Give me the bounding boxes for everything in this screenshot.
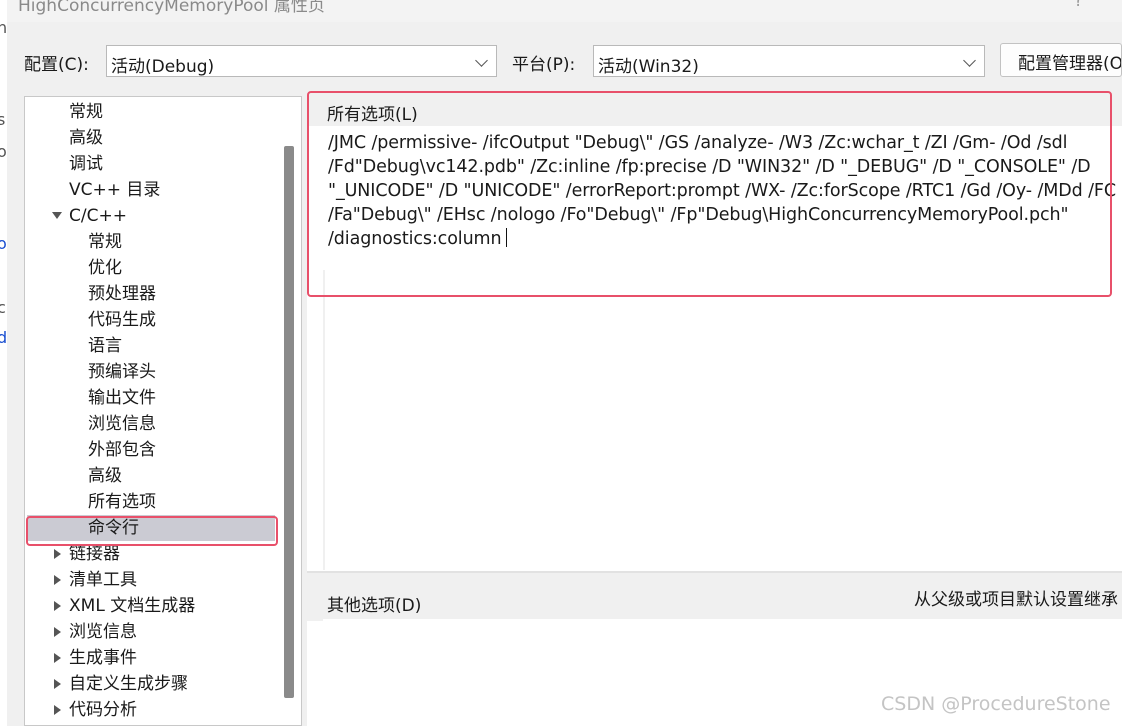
other-options-header: 其他选项(D) 从父级或项目默认设置继承	[307, 571, 1122, 621]
platform-label: 平台(P):	[512, 55, 576, 75]
edge-char: o	[0, 234, 7, 253]
tree-item[interactable]: 所有选项	[25, 489, 283, 515]
tree-item-label: 调试	[69, 154, 103, 174]
tree-item[interactable]: 预处理器	[25, 281, 283, 307]
tree-item-label: 自定义生成步骤	[69, 674, 188, 694]
tree-item[interactable]: XML 文档生成器	[25, 593, 283, 619]
platform-dropdown-value: 活动(Win32)	[598, 57, 699, 77]
watermark: CSDN @ProcedureStone	[881, 693, 1111, 715]
tree-item[interactable]: 调试	[25, 151, 283, 177]
tree-item-label: XML 文档生成器	[69, 596, 196, 616]
tree-item[interactable]: 优化	[25, 255, 283, 281]
expand-arrow-icon[interactable]	[54, 601, 61, 611]
expand-arrow-icon[interactable]	[54, 627, 61, 637]
tree-item[interactable]: 清单工具	[25, 567, 283, 593]
tree-item-label: 代码分析	[69, 700, 137, 720]
tree-item-label: 预编译头	[88, 362, 156, 382]
tree-item[interactable]: VC++ 目录	[25, 177, 283, 203]
collapse-arrow-icon[interactable]	[52, 212, 62, 219]
tree-item[interactable]: 常规	[25, 229, 283, 255]
edge-char: o	[0, 142, 7, 161]
tree-item[interactable]: 预编译头	[25, 359, 283, 385]
config-manager-label: 配置管理器(O)...	[1018, 54, 1122, 74]
tree-item[interactable]: 常规	[25, 99, 283, 125]
tree-item-label: C/C++	[69, 206, 127, 226]
config-dropdown[interactable]: 活动(Debug)	[106, 45, 497, 77]
config-dropdown-value: 活动(Debug)	[111, 57, 215, 77]
window-title: HighConcurrencyMemoryPool 属性页	[18, 0, 325, 16]
tree-item-label: 输出文件	[88, 388, 156, 408]
help-button[interactable]: ?	[1074, 0, 1083, 11]
expand-arrow-icon[interactable]	[54, 705, 61, 715]
tree-item[interactable]: 输出文件	[25, 385, 283, 411]
tree-item[interactable]: C/C++	[25, 203, 283, 229]
property-tree: 常规 高级 调试 VC++ 目录 C/C++ 常规 优化 预处理器 代码生成 语言 预编译头 输出文件…	[24, 96, 302, 726]
tree-item-label: 浏览信息	[88, 414, 156, 434]
tree-item[interactable]: 浏览信息	[25, 411, 283, 437]
config-label: 配置(C):	[24, 55, 89, 75]
chevron-down-icon	[963, 54, 976, 67]
tree-item[interactable]: 浏览信息	[25, 619, 283, 645]
tree-item-label: 常规	[88, 232, 122, 252]
tree-item-label: VC++ 目录	[69, 180, 161, 200]
tree-item[interactable]: 高级	[25, 463, 283, 489]
tree-item-label: 高级	[69, 128, 103, 148]
expand-arrow-icon[interactable]	[54, 575, 61, 585]
edge-char: c	[0, 298, 6, 317]
background-window-edge: n s o o c d	[0, 0, 7, 726]
command-highlight-box	[307, 91, 1112, 297]
tree-item[interactable]: 外部包含	[25, 437, 283, 463]
tree-item[interactable]: 生成事件	[25, 645, 283, 671]
edge-char: n	[0, 18, 8, 37]
tree-item-label: 生成事件	[69, 648, 137, 668]
expand-arrow-icon[interactable]	[54, 679, 61, 689]
tree-item-label: 语言	[88, 336, 122, 356]
tree-item[interactable]: 代码分析	[25, 697, 283, 723]
tree-item[interactable]: 语言	[25, 333, 283, 359]
textbox-left-border	[323, 270, 325, 570]
title-bar: HighConcurrencyMemoryPool 属性页 ?	[0, 0, 1122, 22]
config-manager-button[interactable]: 配置管理器(O)...	[1000, 43, 1122, 77]
tree-item-label: 所有选项	[88, 492, 156, 512]
tree-item-label: 预处理器	[88, 284, 156, 304]
chevron-down-icon	[475, 54, 488, 67]
tree-item-label: 代码生成	[88, 310, 156, 330]
tree-item[interactable]: 自定义生成步骤	[25, 671, 283, 697]
tree-item[interactable]: 代码生成	[25, 307, 283, 333]
expand-arrow-icon[interactable]	[54, 549, 61, 559]
tree-item-label: 常规	[69, 102, 103, 122]
expand-arrow-icon[interactable]	[54, 653, 61, 663]
inherit-checkbox-label[interactable]: 从父级或项目默认设置继承	[914, 585, 1118, 610]
tree-item-label: 高级	[88, 466, 122, 486]
tree-item[interactable]: 高级	[25, 125, 283, 151]
other-options-title: 其他选项(D)	[327, 596, 422, 616]
tree-item-label: 优化	[88, 258, 122, 278]
tree-scrollbar[interactable]	[284, 146, 294, 698]
tree-item-label: 清单工具	[69, 570, 137, 590]
platform-dropdown[interactable]: 活动(Win32)	[593, 45, 985, 77]
edge-char: d	[0, 328, 8, 347]
edge-char: s	[0, 110, 6, 129]
tree-item-label: 外部包含	[88, 440, 156, 460]
tree-item-label: 浏览信息	[69, 622, 137, 642]
selection-highlight-box	[26, 516, 278, 546]
